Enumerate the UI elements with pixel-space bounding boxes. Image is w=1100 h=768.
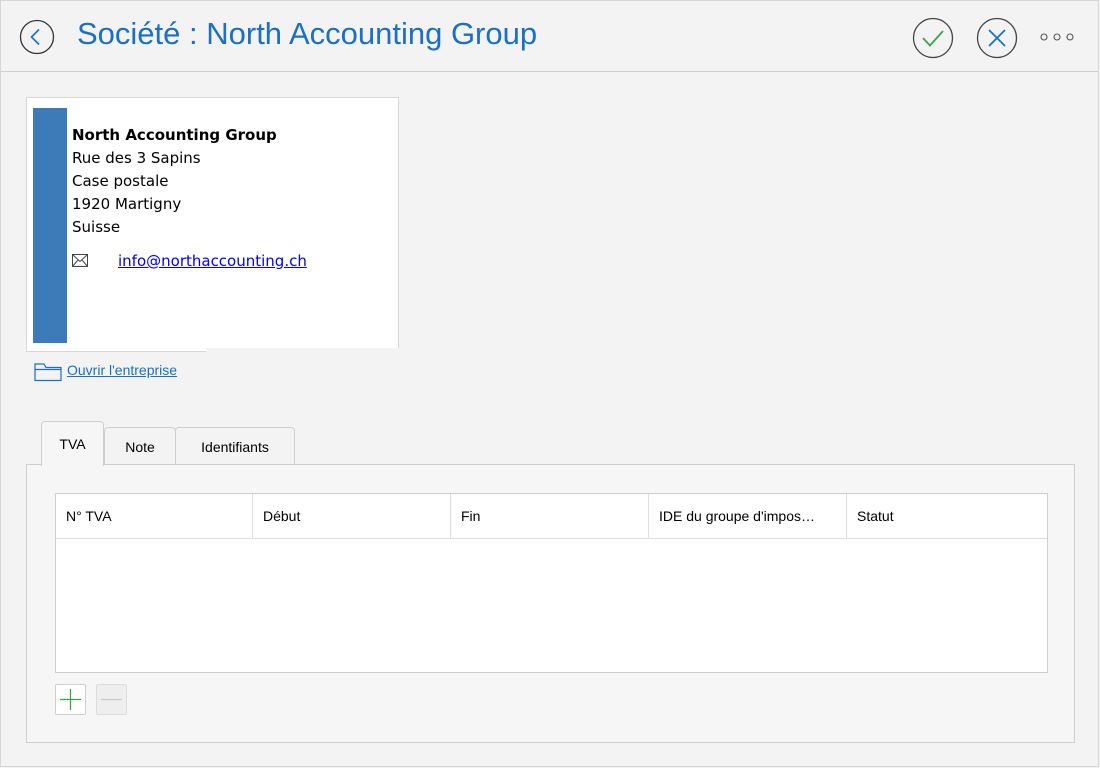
email-link[interactable]: info@northaccounting.ch [118,252,307,270]
column-header-group-ide[interactable]: IDE du groupe d'impos… [649,494,847,538]
envelope-icon [72,254,88,267]
cancel-button[interactable] [976,17,1018,59]
company-window: Société : North Accounting Group North A… [0,0,1099,767]
column-header-status[interactable]: Statut [847,494,1047,538]
back-button[interactable] [19,19,55,55]
add-row-button[interactable] [55,684,86,715]
more-options-button[interactable] [1039,29,1079,45]
folder-icon [34,363,62,382]
card-accent-bar [33,108,67,343]
tva-tab-panel: N° TVA Début Fin IDE du groupe d'impos… … [26,464,1075,743]
chevron-left-circle-icon [19,19,55,55]
column-header-start[interactable]: Début [253,494,451,538]
open-company-label[interactable]: Ouvrir l'entreprise [67,362,177,378]
column-header-vat-number[interactable]: N° TVA [56,494,253,538]
save-button[interactable] [912,17,954,59]
header-bar: Société : North Accounting Group [1,1,1098,72]
address-line: Case postale [72,172,169,190]
card-divider [206,348,401,354]
company-address: North Accounting Group Rue des 3 Sapins … [72,124,277,239]
x-circle-icon [976,17,1018,59]
column-header-end[interactable]: Fin [451,494,649,538]
plus-icon [60,689,81,710]
tab-note[interactable]: Note [104,427,176,465]
tab-tva[interactable]: TVA [41,421,104,466]
company-name: North Accounting Group [72,126,277,144]
more-dots-icon [1040,33,1074,41]
table-header: N° TVA Début Fin IDE du groupe d'impos… … [56,494,1047,539]
address-line: Suisse [72,218,121,236]
remove-row-button[interactable] [96,684,127,715]
vat-table[interactable]: N° TVA Début Fin IDE du groupe d'impos… … [55,493,1048,673]
checkmark-circle-icon [912,17,954,59]
company-card: North Accounting Group Rue des 3 Sapins … [26,97,399,352]
address-line: 1920 Martigny [72,195,182,213]
address-line: Rue des 3 Sapins [72,149,201,167]
tab-identifiants[interactable]: Identifiants [175,427,295,465]
page-title: Société : North Accounting Group [77,16,538,51]
minus-icon [101,698,122,701]
